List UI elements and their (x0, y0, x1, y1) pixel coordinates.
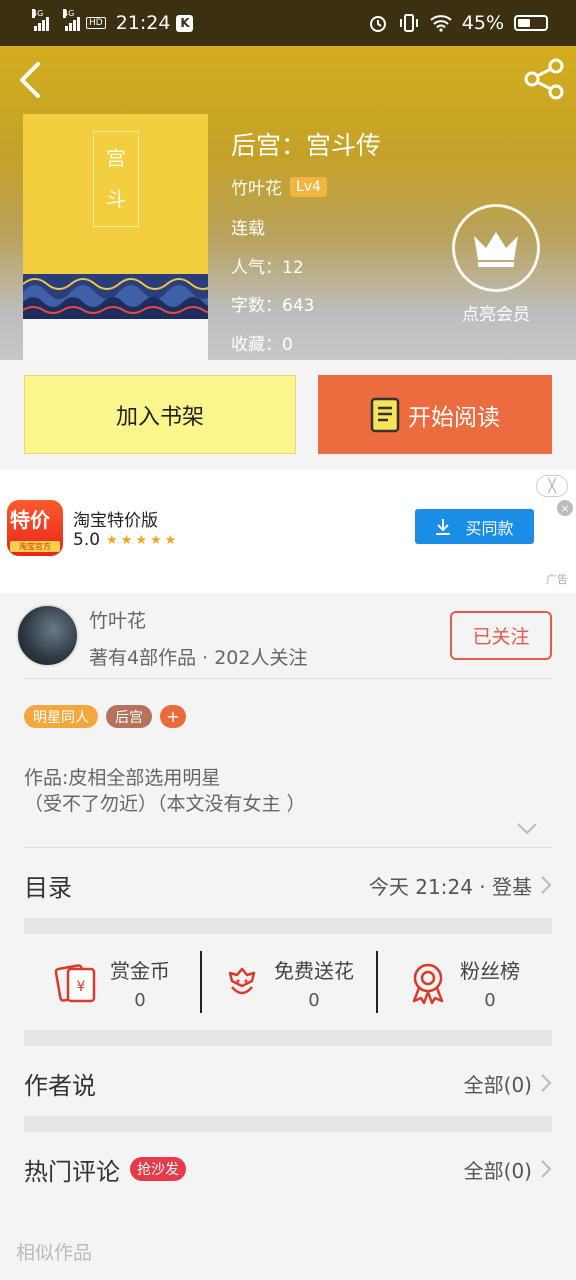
hot-comments-all: 全部(0) (463, 1158, 532, 1183)
reward-flowers-button[interactable]: 免费送花 0 (200, 935, 376, 1031)
cover-wave-pattern (23, 274, 208, 319)
ad-dismiss-icon[interactable]: × (557, 500, 573, 516)
follow-button[interactable]: 已关注 (450, 611, 552, 660)
share-icon[interactable] (522, 56, 568, 102)
similar-works-title: 相似作品 (16, 1242, 93, 1264)
back-icon[interactable] (14, 60, 48, 100)
divider (24, 678, 552, 679)
catalog-title: 目录 (24, 873, 72, 902)
author-says-title: 作者说 (24, 1071, 96, 1100)
red-envelope-icon: ¥ (54, 964, 96, 1003)
author-says-row[interactable]: 作者说 全部(0) (24, 1058, 552, 1108)
latest-chapter: 今天 21:24 · 登基 (368, 874, 532, 899)
add-tag-button[interactable]: + (160, 705, 186, 728)
book-word-count: 字数：643 (231, 296, 315, 316)
vip-label[interactable]: 点亮会员 (440, 300, 552, 325)
battery-percent: 45% (461, 12, 504, 34)
book-actions: 加入书架 开始阅读 (0, 360, 576, 470)
reward-coins-button[interactable]: ¥ 赏金币 0 (24, 935, 200, 1031)
alarm-icon (369, 16, 386, 32)
crown-icon (474, 232, 518, 267)
star-rating-icon: ★★★★★ (106, 532, 180, 548)
reward-bar: ¥ 赏金币 0 免费送花 0 粉丝榜 0 (24, 935, 552, 1031)
ad-rating: 5.0 ★★★★★ (73, 530, 180, 550)
add-to-shelf-button[interactable]: 加入书架 (24, 375, 296, 454)
book-popularity: 人气：12 (231, 258, 304, 278)
ad-close-button[interactable]: ╳ (536, 475, 568, 497)
tag-item[interactable]: 后宫 (106, 705, 152, 728)
k-app-icon: K (176, 14, 194, 32)
book-cover[interactable]: 宫 斗 · · · · (23, 114, 208, 360)
start-reading-label: 开始阅读 (408, 404, 500, 431)
vip-crown-button[interactable] (452, 204, 540, 292)
medal-icon (412, 963, 444, 1005)
author-stats: 著有4部作品 · 202人关注 (89, 647, 308, 669)
wifi-icon (430, 15, 452, 32)
book-title: 后宫：宫斗传 (231, 131, 382, 160)
book-author[interactable]: 竹叶花 (231, 174, 282, 199)
cover-title-frame: 宫 斗 · · · · (93, 131, 139, 227)
hd-icon: HD (86, 17, 106, 29)
section-separator (24, 918, 552, 934)
first-comment-badge[interactable]: 抢沙发 (130, 1157, 186, 1181)
svg-text:¥: ¥ (77, 979, 86, 995)
ad-banner[interactable]: 特价 淘宝官方 淘宝特价版 5.0 ★★★★★ 买同款 ╳ × 广告 (0, 470, 576, 593)
tag-list: 明星同人 后宫 + (24, 705, 186, 728)
catalog-row[interactable]: 目录 今天 21:24 · 登基 (24, 860, 552, 910)
battery-icon (514, 15, 548, 31)
section-separator (24, 1030, 552, 1046)
ad-label: 广告 (546, 573, 568, 586)
download-icon (436, 518, 451, 535)
author-level-badge: Lv4 (290, 176, 327, 197)
status-time: 21:24 (115, 12, 171, 34)
ad-app-name: 淘宝特价版 (73, 511, 158, 531)
book-favorites: 收藏：0 (231, 335, 293, 355)
status-bar: 4G 4G HD 21:24 K 45% (0, 0, 576, 46)
book-status: 连载 (231, 219, 265, 239)
book-header: 宫 斗 · · · · 后宫：宫斗传 竹叶花 Lv4 连载 人气：12 字数：6… (0, 46, 576, 360)
hot-comments-title: 热门评论 (24, 1157, 120, 1186)
section-separator (24, 1116, 552, 1132)
signal-icon-2: 4G (63, 9, 80, 31)
book-description: 作品:皮相全部选用明星 （受不了勿近）（本文没有女主 ） (24, 767, 306, 815)
signal-icon: 4G (32, 9, 49, 31)
start-reading-button[interactable]: 开始阅读 (318, 375, 552, 454)
tag-item[interactable]: 明星同人 (24, 705, 98, 728)
flower-icon (228, 967, 256, 995)
author-avatar[interactable] (16, 604, 79, 667)
chevron-right-icon (541, 876, 552, 894)
divider (24, 847, 552, 848)
author-name[interactable]: 竹叶花 (89, 606, 146, 633)
chevron-down-icon[interactable] (516, 822, 538, 836)
vibrate-icon (399, 14, 418, 32)
hot-comments-row[interactable]: 热门评论 抢沙发 全部(0) (24, 1144, 552, 1194)
chevron-right-icon (541, 1160, 552, 1178)
fan-ranking-button[interactable]: 粉丝榜 0 (376, 935, 552, 1031)
ad-buy-button[interactable]: 买同款 (415, 509, 534, 544)
author-card: 竹叶花 著有4部作品 · 202人关注 已关注 (0, 593, 576, 680)
book-icon (370, 397, 400, 432)
ad-app-icon[interactable]: 特价 淘宝官方 (7, 500, 63, 556)
author-says-all: 全部(0) (463, 1072, 532, 1097)
chevron-right-icon (541, 1074, 552, 1092)
